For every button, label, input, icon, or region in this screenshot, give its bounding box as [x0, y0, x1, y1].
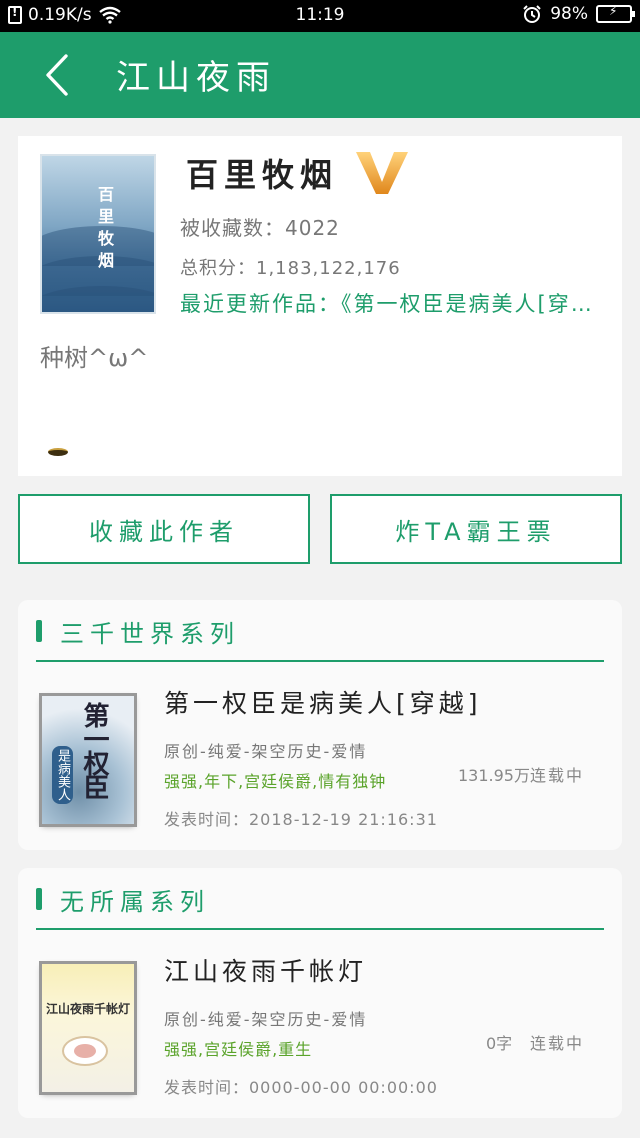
bawang-ticket-button[interactable]: 炸TA霸王票: [330, 494, 622, 564]
series-marker: [36, 620, 42, 642]
series-divider: [36, 660, 604, 662]
battery-icon: [596, 5, 635, 23]
cover-ridge: [42, 286, 154, 312]
page-title: 江山夜雨: [116, 58, 276, 98]
alarm-icon: [523, 5, 541, 23]
author-avatar-cover[interactable]: 百里牧烟: [40, 154, 156, 314]
series-divider: [36, 928, 604, 930]
series-marker: [36, 888, 42, 910]
book-cover[interactable]: 第一权臣 是病美人: [42, 696, 134, 824]
top-app-bar: 江山夜雨: [0, 32, 640, 118]
series-card: 无所属系列 江山夜雨千帐灯 江山夜雨千帐灯 原创-纯爱-架空历史-爱情 强强,宫…: [18, 868, 622, 1118]
book-category: 原创-纯爱-架空历史-爱情: [164, 742, 368, 761]
decorative-mark: [48, 448, 68, 456]
book-cover-title: 第一权臣: [79, 702, 109, 798]
book-status: 连载中: [530, 766, 585, 785]
series-title: 无所属系列: [60, 888, 210, 916]
book-tags: 强强,宫廷侯爵,重生: [164, 1040, 313, 1059]
author-name: 百里牧烟: [186, 156, 339, 194]
book-category: 原创-纯爱-架空历史-爱情: [164, 1010, 368, 1029]
book-tags: 强强,年下,宫廷侯爵,情有独钟: [164, 772, 387, 791]
book-cover-subtitle: 是病美人: [52, 746, 73, 804]
author-signature: 种树^ω^: [40, 344, 149, 372]
total-points: 总积分：1,183,122,176: [180, 258, 401, 279]
favorite-author-button[interactable]: 收藏此作者: [18, 494, 310, 564]
book-status: 连载中: [530, 1034, 585, 1053]
back-button[interactable]: [38, 52, 78, 98]
book-title[interactable]: 第一权臣是病美人[穿越]: [164, 684, 482, 720]
book-word-count: 0字: [486, 1034, 513, 1053]
series-title: 三千世界系列: [60, 620, 240, 648]
vip-v-badge-icon: [356, 152, 408, 194]
series-header: 无所属系列: [18, 868, 622, 930]
cover-illustration: [62, 1036, 108, 1066]
cover-title-text: 百里牧烟: [95, 186, 114, 274]
favorites-count: 被收藏数：4022: [180, 216, 340, 240]
recent-work-link[interactable]: 最近更新作品：《第一权臣是病美人[穿越]》: [180, 288, 606, 318]
status-bar: 0.19K/s 11:19 98%: [0, 0, 640, 32]
chevron-left-icon: [46, 54, 68, 96]
series-card: 三千世界系列 第一权臣 是病美人 第一权臣是病美人[穿越] 原创-纯爱-架空历史…: [18, 600, 622, 850]
book-word-count: 131.95万: [458, 766, 530, 785]
book-title[interactable]: 江山夜雨千帐灯: [164, 952, 367, 988]
status-right: 98%: [522, 4, 635, 24]
battery-percent: 98%: [550, 4, 588, 24]
author-profile-card: 百里牧烟 百里牧烟 被收藏数：4022 总积分：1,183,122,176 最近…: [18, 136, 622, 476]
book-publish-time: 发表时间：0000-00-00 00:00:00: [164, 1078, 438, 1097]
book-publish-time: 发表时间：2018-12-19 21:16:31: [164, 810, 438, 829]
series-header: 三千世界系列: [18, 600, 622, 662]
book-cover-title: 江山夜雨千帐灯: [46, 1002, 131, 1016]
book-cover[interactable]: 江山夜雨千帐灯: [42, 964, 134, 1092]
